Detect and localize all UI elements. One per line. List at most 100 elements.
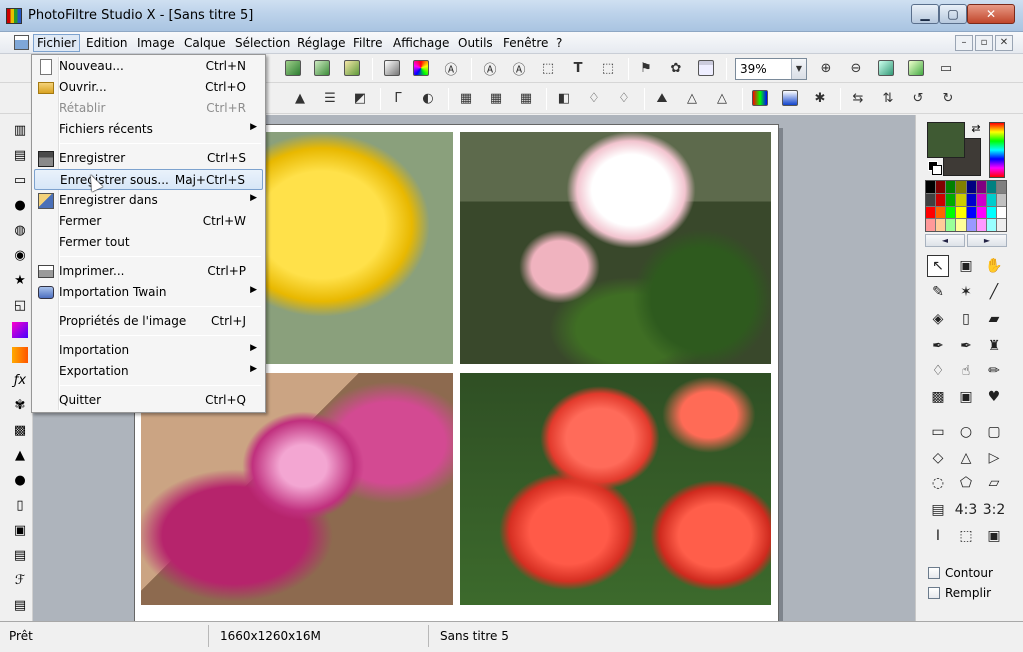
globe-icon[interactable]: ◉ <box>10 245 30 265</box>
auto-levels-icon[interactable]: Γ <box>388 88 408 108</box>
color-palette[interactable] <box>925 180 1007 232</box>
mosaic-icon[interactable]: ▦ <box>456 88 476 108</box>
text-effect-icon[interactable]: Ⓐ <box>509 58 529 78</box>
rotate-right-icon[interactable]: ↻ <box>938 88 958 108</box>
selection-icon[interactable]: ⬚ <box>538 58 558 78</box>
mdi-restore-button[interactable]: ▫ <box>975 35 993 51</box>
plugin-icon[interactable]: ✿ <box>666 58 686 78</box>
eraser-icon[interactable]: ▰ <box>983 308 1005 330</box>
circle-icon[interactable]: ● <box>10 470 30 490</box>
rounded-rect-shape-icon[interactable]: ▢ <box>983 421 1005 443</box>
remplir-checkbox[interactable] <box>928 587 940 599</box>
zoom-out-icon[interactable]: ⊖ <box>846 58 866 78</box>
note-icon[interactable]: ◱ <box>10 295 30 315</box>
grayscale-icon[interactable] <box>382 58 402 78</box>
actual-size-icon[interactable] <box>906 58 926 78</box>
pencil-icon[interactable]: ✏ <box>983 360 1005 382</box>
menu-item-nouveau[interactable]: Nouveau... Ctrl+N <box>34 56 263 77</box>
brush-icon[interactable]: ✒ <box>927 335 949 357</box>
film-icon[interactable]: ✾ <box>10 395 30 415</box>
close-button[interactable]: ✕ <box>967 4 1015 24</box>
filter-icon[interactable]: Ⓐ <box>441 58 461 78</box>
ellipse-shape-icon[interactable]: ○ <box>955 421 977 443</box>
chevron-down-icon[interactable]: ▼ <box>791 59 806 79</box>
mdi-minimize-button[interactable]: – <box>955 35 973 51</box>
menu-reglage[interactable]: Réglage <box>294 34 349 52</box>
drop-icon[interactable]: ♢ <box>584 88 604 108</box>
document-icon[interactable] <box>14 35 29 50</box>
selection-tool-icon[interactable]: ▣ <box>955 255 977 277</box>
stamp-icon[interactable]: ♜ <box>983 335 1005 357</box>
blur-drop-icon[interactable]: ♢ <box>927 360 949 382</box>
pointer-tool-icon[interactable]: ↖ <box>927 255 949 277</box>
smudge-icon[interactable]: ☝ <box>955 360 977 382</box>
align-icon[interactable]: ▤ <box>927 499 949 521</box>
hand-tool-icon[interactable]: ✋ <box>983 255 1005 277</box>
zoom-in-icon[interactable]: ⊕ <box>816 58 836 78</box>
advanced-brush-icon[interactable]: ✒ <box>955 335 977 357</box>
pattern-icon[interactable]: ▩ <box>927 386 949 408</box>
text-cursor-icon[interactable]: Ⅰ <box>927 525 949 547</box>
rectangle-shape-icon[interactable]: ▭ <box>927 421 949 443</box>
fullscreen-icon[interactable]: ▭ <box>936 58 956 78</box>
levels-icon[interactable]: ☰ <box>320 88 340 108</box>
menu-item-enregistrer-sous[interactable]: Enregistrer sous... Maj+Ctrl+S <box>34 169 263 190</box>
menu-item-fichiers-recents[interactable]: Fichiers récents ▶ <box>34 119 263 140</box>
polygon-lasso-icon[interactable]: ⬠ <box>955 472 977 494</box>
rgb-icon[interactable] <box>750 88 770 108</box>
app-icon[interactable] <box>6 8 22 24</box>
monitor-icon[interactable]: ▭ <box>10 170 30 190</box>
menu-image[interactable]: Image <box>134 34 178 52</box>
maximize-button[interactable]: ▢ <box>939 4 967 24</box>
clone-icon[interactable]: ▣ <box>955 386 977 408</box>
flip-vertical-icon[interactable]: ⇅ <box>878 88 898 108</box>
triangle-shape-icon[interactable]: △ <box>955 447 977 469</box>
lasso-icon[interactable]: ◌ <box>927 472 949 494</box>
menu-item-ouvrir[interactable]: Ouvrir... Ctrl+O <box>34 77 263 98</box>
contour-option[interactable]: Contour <box>928 565 993 581</box>
right-triangle-shape-icon[interactable]: ▷ <box>983 447 1005 469</box>
gradient-tool-icon[interactable] <box>10 320 30 340</box>
transform-icon[interactable]: ⬚ <box>598 58 618 78</box>
menu-item-enregistrer-dans[interactable]: Enregistrer dans ▶ <box>34 190 263 211</box>
crop-icon[interactable]: ⬚ <box>955 525 977 547</box>
mdi-close-button[interactable]: ✕ <box>995 35 1013 51</box>
menu-item-retablir[interactable]: Rétablir Ctrl+R <box>34 98 263 119</box>
text-box-icon[interactable]: Ⓐ <box>480 58 500 78</box>
ratio-3-2-icon[interactable]: 3:2 <box>983 499 1006 521</box>
texture-icon[interactable]: ▦ <box>516 88 536 108</box>
paste-icon[interactable] <box>342 58 362 78</box>
reset-colors-icon[interactable] <box>928 161 942 175</box>
emboss-icon[interactable]: ⛰ <box>652 88 672 108</box>
flip-horizontal-icon[interactable]: ⇆ <box>848 88 868 108</box>
contour-checkbox[interactable] <box>928 567 940 579</box>
contrast-icon[interactable]: ◩ <box>350 88 370 108</box>
menu-item-imprimer[interactable]: Imprimer... Ctrl+P <box>34 261 263 282</box>
menu-fenetre[interactable]: Fenêtre <box>500 34 551 52</box>
menu-calque[interactable]: Calque <box>181 34 229 52</box>
rotate-left-icon[interactable]: ↺ <box>908 88 928 108</box>
menu-affichage[interactable]: Affichage <box>390 34 452 52</box>
zoom-select[interactable]: 39% ▼ <box>735 58 807 80</box>
line-tool-icon[interactable]: ╱ <box>983 281 1005 303</box>
menu-edition[interactable]: Edition <box>83 34 131 52</box>
copy-to-new-icon[interactable] <box>283 58 303 78</box>
menu-filtre[interactable]: Filtre <box>350 34 385 52</box>
columns-icon[interactable]: ▯ <box>10 495 30 515</box>
menu-item-importation[interactable]: Importation ▶ <box>34 340 263 361</box>
menu-item-fermer[interactable]: Fermer Ctrl+W <box>34 211 263 232</box>
auto-contrast-icon[interactable]: ◐ <box>418 88 438 108</box>
fit-window-icon[interactable] <box>876 58 896 78</box>
sharpen-icon[interactable]: ▲ <box>290 88 310 108</box>
fill-bucket-icon[interactable]: ◈ <box>927 308 949 330</box>
diamond-shape-icon[interactable]: ◇ <box>927 447 949 469</box>
swap-colors-icon[interactable]: ⇄ <box>969 122 983 136</box>
minimize-button[interactable]: ▁ <box>911 4 939 24</box>
menu-item-importation-twain[interactable]: Importation Twain ▶ <box>34 282 263 303</box>
menu-help[interactable]: ? <box>553 34 565 52</box>
palette-prev-button[interactable]: ◄ <box>925 234 965 247</box>
menu-item-exportation[interactable]: Exportation ▶ <box>34 361 263 382</box>
text-tool-icon[interactable]: T <box>568 58 588 78</box>
save-html-icon[interactable]: ▤ <box>10 595 30 615</box>
function-icon[interactable]: ƒx <box>10 370 30 390</box>
